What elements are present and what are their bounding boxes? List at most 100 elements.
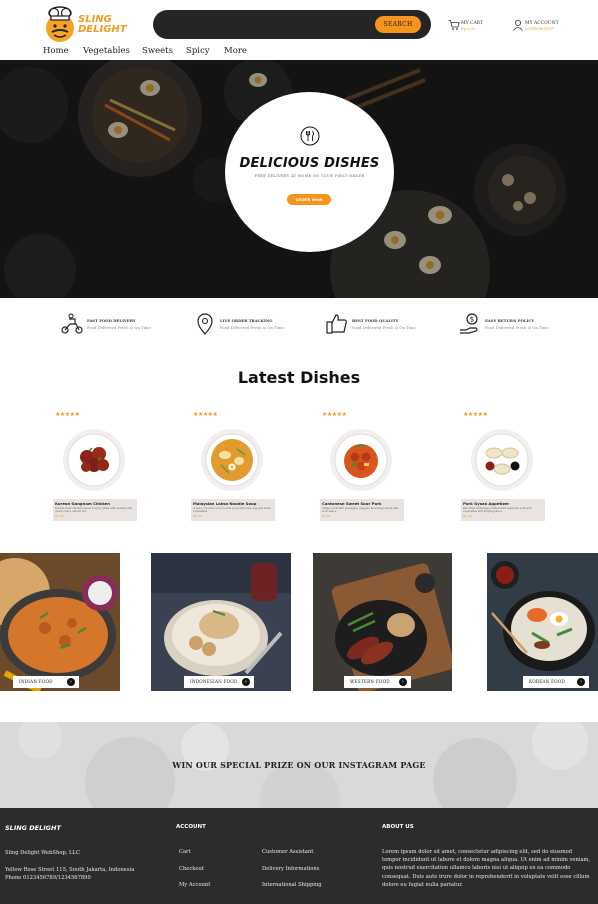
footer-link-checkout[interactable]: Checkout xyxy=(179,866,204,872)
dish-info: Cantonese Sweet Sour Pork Crispy pork wi… xyxy=(320,499,404,521)
cart-icon xyxy=(448,20,460,30)
order-now-button[interactable]: ORDER NOW xyxy=(287,194,331,205)
arrow-right-icon[interactable]: › xyxy=(242,678,250,686)
dish-card[interactable]: ★★★★★ Korean Gangnam Chicken Korean frie… xyxy=(53,405,137,523)
site-header: SLING DELIGHT SEARCH MY CART Rp.0,00 MY … xyxy=(0,0,598,60)
dish-image xyxy=(201,429,263,491)
category-label: INDONESIAN FOOD › xyxy=(184,676,254,688)
dish-description: Korean fried chicken sweet & spicy glaze… xyxy=(55,507,133,513)
instagram-promo-banner[interactable]: WIN OUR SPECIAL PRIZE ON OUR INSTAGRAM P… xyxy=(0,722,598,808)
dish-description: Pan fried dumplings stuffed with seasone… xyxy=(463,507,532,513)
dish-price: Rp.45 xyxy=(463,514,472,518)
footer-link-customer-assistant[interactable]: Customer Assistant xyxy=(262,849,313,855)
brand-name: SLING DELIGHT xyxy=(78,15,127,35)
arrow-right-icon[interactable]: › xyxy=(67,678,75,686)
footer-link-my-account[interactable]: My Account xyxy=(179,882,210,888)
category-label: INDIAN FOOD › xyxy=(13,676,79,688)
my-cart-label: MY CART xyxy=(461,21,484,26)
category-name: INDONESIAN FOOD xyxy=(190,679,238,684)
dish-price: Rp.60 xyxy=(55,514,64,518)
search-button[interactable]: SEARCH xyxy=(375,16,421,33)
category-image xyxy=(0,553,120,691)
category-name: WESTERN FOOD xyxy=(350,679,390,684)
dish-description: A spicy coconut curry noodle soup with t… xyxy=(193,507,271,513)
category-label: WESTERN FOOD › xyxy=(344,676,411,688)
dish-price: Rp.55 xyxy=(193,514,202,518)
category-indonesian-food[interactable]: INDONESIAN FOOD › xyxy=(151,553,291,691)
category-label: KOREAN FOOD › xyxy=(523,676,589,688)
dish-image xyxy=(471,429,533,491)
footer-link-international-shipping[interactable]: International Shipping xyxy=(262,882,322,888)
arrow-right-icon[interactable]: › xyxy=(399,678,407,686)
dish-name: Korean Gangnam Chicken xyxy=(55,501,110,506)
feature-title: FAST FOOD DELIVERY xyxy=(87,318,136,323)
feature-subtitle: Food Delivered Fresh & On Time xyxy=(220,325,284,330)
footer-about-heading: ABOUT US xyxy=(382,824,414,830)
fork-knife-icon xyxy=(300,126,320,146)
dish-card[interactable]: ★★★★★ Pork Gyoza Appetizer Pan fried dum… xyxy=(461,405,545,523)
my-account-label: MY ACCOUNT xyxy=(525,21,559,26)
brand-logo[interactable]: SLING DELIGHT xyxy=(42,5,127,45)
dish-name: Pork Gyoza Appetizer xyxy=(463,501,510,506)
dish-name: Malaysian Laksa Noodle Soup xyxy=(193,501,257,506)
category-name: INDIAN FOOD xyxy=(19,679,53,684)
dish-image xyxy=(63,429,125,491)
feature-title: LIVE ORDER TRACKING xyxy=(220,318,273,323)
delivery-scooter-icon xyxy=(61,313,83,334)
category-image xyxy=(487,553,598,691)
feature-title: EASY RETURN POLICY xyxy=(485,318,535,323)
feature-subtitle: Food Delivered Fresh & On Time xyxy=(87,325,151,330)
dish-price: Rp.65 xyxy=(322,514,331,518)
rating-stars: ★★★★★ xyxy=(55,411,80,418)
nav-item-more[interactable]: More xyxy=(224,46,247,56)
login-signup-label: LOGIN/SIGNUP xyxy=(525,27,554,31)
footer-address: Yellow Rose Street 115, South Jakarta, I… xyxy=(5,867,135,873)
feature-subtitle: Food Delivered Fresh & On Time xyxy=(485,325,549,330)
brand-line-2: DELIGHT xyxy=(78,24,127,35)
dish-name: Cantonese Sweet Sour Pork xyxy=(322,501,382,506)
nav-item-spicy[interactable]: Spicy xyxy=(186,46,210,56)
nav-item-vegetables[interactable]: Vegetables xyxy=(83,46,130,56)
footer-link-delivery-info[interactable]: Delivery Informations xyxy=(262,866,319,872)
svg-text:$: $ xyxy=(470,316,474,324)
hero-banner: DELICIOUS DISHES FREE DELIVERY AT HOME O… xyxy=(0,60,598,298)
location-pin-icon xyxy=(197,313,213,335)
chef-logo-icon xyxy=(46,6,74,42)
arrow-right-icon[interactable]: › xyxy=(577,678,585,686)
rating-stars: ★★★★★ xyxy=(193,411,218,418)
rating-stars: ★★★★★ xyxy=(322,411,347,418)
footer-account-heading: ACCOUNT xyxy=(176,824,206,830)
dish-card[interactable]: ★★★★★ Cantonese Sweet Sour Pork Crispy p… xyxy=(320,405,404,523)
instagram-promo-text: WIN OUR SPECIAL PRIZE ON OUR INSTAGRAM P… xyxy=(172,760,426,770)
nav-item-sweets[interactable]: Sweets xyxy=(142,46,173,56)
dish-description: Crispy pork with pineapple, peppers and … xyxy=(322,507,399,513)
dish-info: Malaysian Laksa Noodle Soup A spicy coco… xyxy=(191,499,275,521)
dish-info: Korean Gangnam Chicken Korean fried chic… xyxy=(53,499,137,521)
latest-dishes-heading: Latest Dishes xyxy=(237,368,361,387)
hero-promo-circle: DELICIOUS DISHES FREE DELIVERY AT HOME O… xyxy=(225,92,394,252)
dish-image xyxy=(330,429,392,491)
category-western-food[interactable]: WESTERN FOOD › xyxy=(313,553,452,691)
rating-stars: ★★★★★ xyxy=(463,411,488,418)
user-icon xyxy=(513,20,523,31)
category-image xyxy=(313,553,452,691)
dish-card[interactable]: ★★★★★ Malaysian Laksa Noodle Soup A spic… xyxy=(191,405,275,523)
thumbs-up-icon xyxy=(326,314,347,334)
category-indian-food[interactable]: INDIAN FOOD › xyxy=(0,553,120,691)
hero-title: DELICIOUS DISHES xyxy=(239,156,380,171)
feature-title: BEST FOOD QUALITY xyxy=(352,318,399,323)
footer-company: Sling Delight WebShop, LLC xyxy=(5,850,80,856)
nav-item-home[interactable]: Home xyxy=(43,46,69,56)
footer-link-cart[interactable]: Cart xyxy=(179,849,191,855)
footer-phone: Phone 0123456789/1234567890 xyxy=(5,875,91,881)
category-name: KOREAN FOOD xyxy=(529,679,566,684)
footer-brand: SLING DELIGHT xyxy=(5,824,61,832)
footer-about-text: Lorem ipsum dolor sit amet, consectetur … xyxy=(382,849,591,888)
cart-total: Rp.0,00 xyxy=(461,27,475,31)
search-input[interactable] xyxy=(167,16,367,33)
money-hand-icon: $ xyxy=(460,313,478,334)
dish-info: Pork Gyoza Appetizer Pan fried dumplings… xyxy=(461,499,545,521)
category-korean-food[interactable]: KOREAN FOOD › xyxy=(487,553,598,691)
feature-subtitle: Food Delivered Fresh & On Time xyxy=(352,325,416,330)
category-image xyxy=(151,553,291,691)
